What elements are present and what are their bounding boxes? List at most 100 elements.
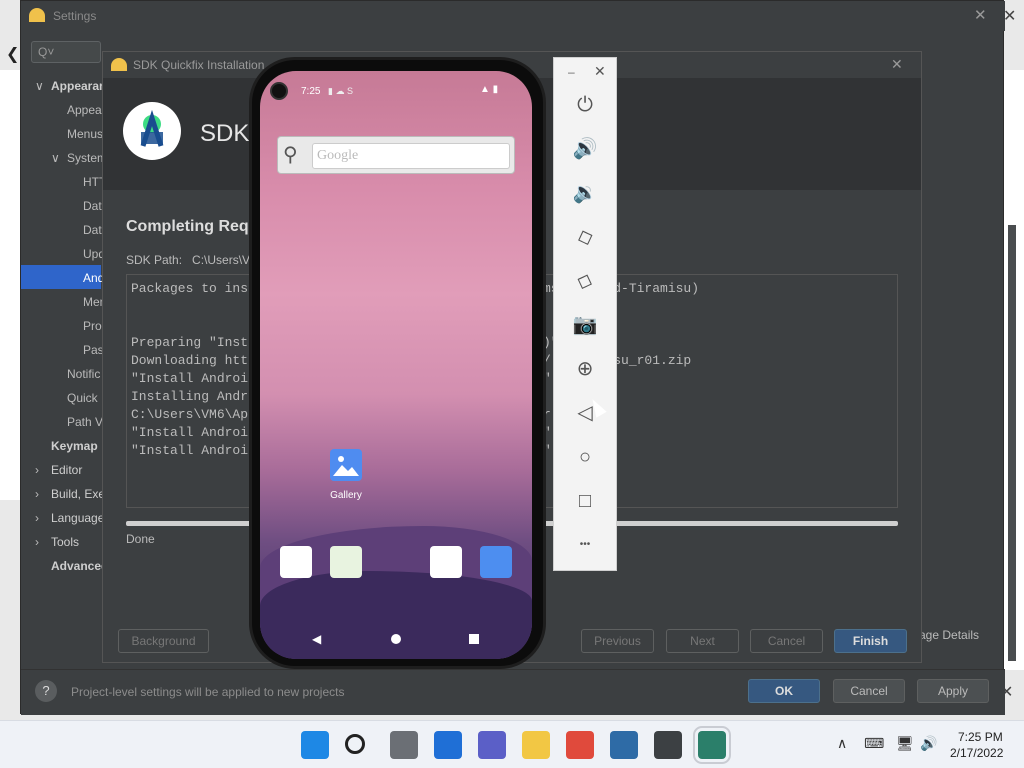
background-button[interactable]: Background <box>118 629 209 653</box>
next-button[interactable]: Next <box>666 629 739 653</box>
ok-button[interactable]: OK <box>748 679 820 703</box>
show-hidden-icons-icon[interactable]: ∧ <box>837 735 847 752</box>
windows-taskbar: ∧ ⌨ 🖥 🔊 7:25 PM 2/17/2022 <box>0 720 1024 768</box>
tree-item[interactable]: Notific <box>67 367 100 381</box>
task-view-icon[interactable] <box>390 731 418 759</box>
file-explorer-icon[interactable] <box>522 731 550 759</box>
settings-hint-text: Project-level settings will be applied t… <box>71 685 345 699</box>
log-line: Downloading htt <box>131 353 249 368</box>
tree-expand-icon[interactable]: › <box>35 511 39 525</box>
quickfix-heading: SDK <box>200 120 250 147</box>
sdk-path-label: SDK Path: <box>126 253 183 267</box>
host-window-background <box>0 70 22 500</box>
tree-item[interactable]: Quick <box>67 391 98 405</box>
tree-expand-icon[interactable]: ∨ <box>35 79 44 93</box>
files-app-icon[interactable] <box>330 546 362 578</box>
settings-titlebar: Settings ✕ <box>21 1 1005 31</box>
settings-search-input[interactable]: Q˅ <box>31 41 101 63</box>
tree-item[interactable]: Editor <box>51 463 82 477</box>
nav-home-icon[interactable] <box>391 634 401 644</box>
tree-item[interactable]: Advanced <box>51 559 108 573</box>
rotate-right-icon[interactable]: ◇ <box>566 262 604 300</box>
host-close-icon[interactable]: ✕ <box>1003 6 1016 26</box>
gallery-app-icon[interactable] <box>330 449 362 481</box>
chat-icon[interactable] <box>478 731 506 759</box>
start-icon[interactable] <box>301 731 329 759</box>
previous-button[interactable]: Previous <box>581 629 654 653</box>
magnifier-icon[interactable]: ⚲ <box>283 142 298 167</box>
tree-item[interactable]: Appearan <box>51 79 106 93</box>
nav-recents-icon[interactable] <box>469 634 479 644</box>
rotate-left-icon[interactable]: ◇ <box>566 218 604 256</box>
tree-expand-icon[interactable]: › <box>35 535 39 549</box>
android-app-icon[interactable] <box>430 546 462 578</box>
tree-expand-icon[interactable]: › <box>35 463 39 477</box>
volume-down-icon[interactable]: 🔉 <box>570 178 600 208</box>
wallpaper-hills-dark <box>260 571 532 659</box>
tree-item[interactable]: Keymap <box>51 439 98 453</box>
taskbar-date[interactable]: 2/17/2022 <box>950 746 1003 760</box>
host-back-arrow-icon[interactable]: ❮ <box>6 44 19 64</box>
tree-item[interactable]: Menus <box>67 127 103 141</box>
emulator-minimize-icon[interactable]: – <box>568 65 575 79</box>
log-line: "Install Androi <box>131 371 249 386</box>
volume-icon[interactable]: 🔊 <box>920 735 937 752</box>
phone-status-time: 7:25 <box>301 86 321 97</box>
section-title: Completing Req <box>126 218 249 235</box>
widgets-icon[interactable] <box>434 731 462 759</box>
quickfix-title: SDK Quickfix Installation <box>133 58 265 72</box>
android-studio-logo-icon <box>111 58 127 71</box>
tree-item[interactable]: Tools <box>51 535 79 549</box>
zoom-icon[interactable]: ⊕ <box>570 354 600 384</box>
camera-icon[interactable]: 📷 <box>570 310 600 340</box>
tree-item[interactable]: Path V <box>67 415 103 429</box>
more-icon[interactable]: ••• <box>570 530 600 560</box>
phone-app-icon[interactable] <box>280 546 312 578</box>
google-search-widget[interactable]: ⚲ Google <box>277 136 515 174</box>
sdk-path: SDK Path: C:\Users\VM <box>126 253 260 267</box>
apply-button[interactable]: Apply <box>917 679 989 703</box>
power-icon[interactable]: ⏻ <box>570 90 600 120</box>
nav-back-icon[interactable]: ◀ <box>312 632 321 646</box>
settings-title: Settings <box>53 9 97 23</box>
emulator-close-icon[interactable]: ✕ <box>594 63 606 80</box>
settings-scrollbar[interactable] <box>1008 225 1016 661</box>
log-line: Preparing "Inst <box>131 335 249 350</box>
tree-expand-icon[interactable]: ∨ <box>51 151 60 165</box>
cancel-button[interactable]: Cancel <box>833 679 905 703</box>
log-line: Installing Andr <box>131 389 249 404</box>
tree-item[interactable]: Pas <box>83 343 104 357</box>
finish-button[interactable]: Finish <box>834 629 907 653</box>
settings-close-icon[interactable]: ✕ <box>974 6 987 24</box>
keyboard-icon[interactable]: ⌨ <box>864 735 884 752</box>
tree-expand-icon[interactable]: › <box>35 487 39 501</box>
help-icon[interactable]: ? <box>35 680 57 702</box>
overview-icon[interactable]: □ <box>570 486 600 516</box>
camera-app-icon[interactable] <box>480 546 512 578</box>
volume-up-icon[interactable]: 🔊 <box>570 134 600 164</box>
chrome-icon[interactable] <box>566 731 594 759</box>
gallery-app-label: Gallery <box>330 490 362 501</box>
quickfix-close-icon[interactable]: ✕ <box>891 56 903 73</box>
emulator-icon[interactable] <box>693 726 731 764</box>
tree-item[interactable]: Language <box>51 511 104 525</box>
usage-details-link[interactable]: age Details <box>919 628 979 642</box>
display-icon[interactable]: 🖥 <box>896 735 914 752</box>
google-search-input[interactable]: Google <box>312 143 510 169</box>
android-studio-icon[interactable] <box>654 731 682 759</box>
tree-item[interactable]: System <box>67 151 107 165</box>
tree-item[interactable]: Pro <box>83 319 102 333</box>
tree-item[interactable]: Appear <box>67 103 106 117</box>
search-icon[interactable] <box>345 734 365 754</box>
quickfix-cancel-button[interactable]: Cancel <box>750 629 823 653</box>
virtualbox-icon[interactable] <box>610 731 638 759</box>
emulator-toolbar: – ✕ ⏻ 🔊 🔉 ◇ ◇ 📷 ⊕ ◁ ○ □ ••• <box>553 57 617 571</box>
taskbar-time[interactable]: 7:25 PM <box>958 730 1003 744</box>
tree-item[interactable]: Build, Exe <box>51 487 105 501</box>
log-line: Packages to ins <box>131 281 249 296</box>
phone-status-notifications: ▮ ☁ S <box>328 86 353 96</box>
log-line: C:\Users\VM6\Ap <box>131 407 249 422</box>
android-studio-logo-icon <box>29 8 45 22</box>
home-icon[interactable]: ○ <box>570 442 600 472</box>
front-camera <box>270 82 288 100</box>
